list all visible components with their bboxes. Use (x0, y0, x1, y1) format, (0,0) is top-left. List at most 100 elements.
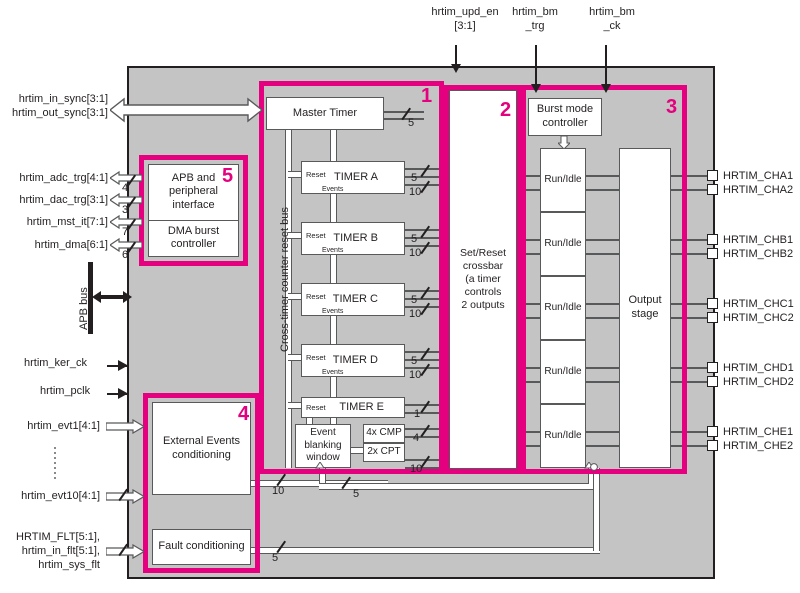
top-signal-sublabel: [3:1] (454, 19, 476, 32)
run-idle-cell-b: Run/Idle (540, 212, 586, 276)
fault-out-bus (251, 547, 600, 554)
crossbar-line-1: Set/Reset (459, 246, 507, 259)
dma-line-2: controller (170, 238, 217, 251)
timer-e-width-2: 4 (413, 432, 420, 444)
top-signal-label: hrtim_bm (589, 6, 635, 18)
fault-label-2: hrtim_in_flt[5:1], (21, 544, 100, 557)
timer-d-events-tag: Events (322, 369, 344, 376)
timer-e-width-3: 10 (410, 463, 423, 475)
signal-hrtim-evt1: hrtim_evt1[4:1] (27, 420, 100, 432)
ext-events-out-width: 10 (272, 485, 285, 497)
output-label-cha1: HRTIM_CHA1 (723, 170, 794, 182)
fault-out-width: 5 (272, 552, 279, 564)
signal-in-out-sync: hrtim_in_sync[3:1] hrtim_out_sync[3:1] (0, 93, 108, 121)
fault-feedback-vbus (593, 468, 600, 551)
output-label-chc1: HRTIM_CHC1 (723, 298, 794, 310)
pclk-arrowhead (118, 388, 128, 399)
dac-width-value: 3 (122, 204, 129, 216)
run-idle-cell-a: Run/Idle (540, 148, 586, 212)
timer-d-reset-tag: Reset (306, 353, 326, 362)
timer-a-width-2: 10 (409, 186, 422, 198)
pad-hrtim-cha2 (707, 184, 718, 195)
set-reset-crossbar-block: Set/Reset crossbar (a timer controls 2 o… (449, 90, 517, 469)
pad-hrtim-chb2 (707, 248, 718, 259)
timer-b-events-tag: Events (322, 247, 344, 254)
burst-to-runidle-arrow (558, 136, 570, 149)
ker-ck-arrowhead (118, 360, 128, 371)
apb-bus-bidirectional-arrow (92, 291, 132, 303)
hrtim-block-diagram: hrtim_upd_en [3:1] hrtim_bm _trg hrtim_b… (0, 0, 800, 593)
region-number-4: 4 (238, 403, 250, 425)
signal-hrtim-pclk: hrtim_pclk (40, 385, 91, 397)
top-signal-sublabel: _ck (603, 19, 621, 32)
burst-line-1: Burst mode (536, 103, 594, 116)
blanking-line-1: Event (310, 427, 336, 439)
blanking-out-hbus (319, 483, 595, 490)
top-signal-label: hrtim_bm (512, 6, 558, 18)
burst-line-2: controller (542, 117, 588, 129)
timer-b-width-1: 5 (411, 233, 418, 245)
events-ellipsis (54, 447, 56, 479)
signal-hrtim-evt10: hrtim_evt10[4:1] (21, 490, 100, 502)
run-idle-cell-c: Run/Idle (540, 276, 586, 340)
pad-hrtim-chd1 (707, 362, 718, 373)
output-label-che2: HRTIM_CHE2 (723, 440, 794, 452)
signal-label-in-sync: hrtim_in_sync[3:1] (18, 93, 108, 105)
upd-en-arrowhead (451, 64, 461, 73)
timer-b-width-2: 10 (409, 247, 422, 259)
top-signal-hrtim-bm-ck: hrtim_bm _ck (572, 6, 652, 34)
region-number-5: 5 (222, 165, 234, 187)
timer-a-reset-tag: Reset (306, 170, 326, 179)
signal-faults: HRTIM_FLT[5:1], hrtim_in_flt[5:1], hrtim… (0, 531, 100, 572)
timer-c-events-tag: Events (322, 308, 344, 315)
timer-e-reset-tag: Reset (306, 403, 326, 412)
top-signal-hrtim-bm-trg: hrtim_bm _trg (495, 6, 575, 34)
output-label-cha2: HRTIM_CHA2 (723, 184, 794, 196)
crossbar-line-4: 2 outputs (461, 299, 505, 312)
master-timer-block: Master Timer (266, 97, 384, 130)
pad-hrtim-chc2 (707, 312, 718, 323)
timer-d-width-2: 10 (409, 369, 422, 381)
signal-mst-it: hrtim_mst_it[7:1] (26, 216, 108, 228)
cross-timer-counter-reset-bus-label: Cross-timer counter reset bus (279, 207, 291, 352)
apb-line-1: APB and (171, 171, 216, 184)
evt1-arrow (106, 419, 144, 434)
timer-c-reset-tag: Reset (306, 292, 326, 301)
signal-hrtim-ker-ck: hrtim_ker_ck (24, 357, 87, 369)
output-label-chd2: HRTIM_CHD2 (723, 376, 794, 388)
pad-hrtim-che2 (707, 440, 718, 451)
run-idle-cell-e: Run/Idle (540, 404, 586, 468)
adc-width-value: 4 (122, 182, 129, 194)
timer-c-width-2: 10 (409, 308, 422, 320)
output-label-chd1: HRTIM_CHD1 (723, 362, 794, 374)
signal-label-out-sync: hrtim_out_sync[3:1] (12, 106, 108, 119)
region-number-1: 1 (421, 85, 433, 107)
output-stage-line-2: stage (631, 308, 659, 320)
timer-a-events-tag: Events (322, 186, 344, 193)
output-stage-line-1: Output (628, 294, 662, 307)
sync-bidirectional-arrow (110, 97, 262, 123)
timer-e-width-1: 1 (414, 408, 421, 420)
cpt-block: 2x CPT (363, 443, 405, 462)
pad-hrtim-chc1 (707, 298, 718, 309)
apb-bus-label: APB bus (78, 287, 90, 330)
fault-label-1: HRTIM_FLT[5:1], (16, 531, 100, 543)
region-number-2: 2 (500, 99, 512, 121)
blanking-line-2: blanking (304, 439, 342, 451)
dma-line-1: DMA burst (167, 224, 220, 237)
output-label-chc2: HRTIM_CHC2 (723, 312, 794, 324)
run-idle-cell-d: Run/Idle (540, 340, 586, 404)
signal-dma: hrtim_dma[6:1] (34, 239, 108, 251)
fault-label-3: hrtim_sys_flt (38, 558, 100, 571)
output-label-chb2: HRTIM_CHB2 (723, 248, 794, 260)
ext-ev-line-2: conditioning (172, 448, 231, 461)
dma-width-value: 6 (122, 249, 129, 261)
crossbar-line-2: crossbar (462, 259, 504, 272)
ext-ev-line-1: External Events (162, 434, 241, 447)
timer-c-width-1: 5 (411, 294, 418, 306)
pad-hrtim-cha1 (707, 170, 718, 181)
pad-hrtim-chd2 (707, 376, 718, 387)
timer-a-width-1: 5 (411, 172, 418, 184)
fault-conditioning-block: Fault conditioning (152, 529, 251, 565)
fault-feedback-arrowhead (590, 463, 598, 471)
